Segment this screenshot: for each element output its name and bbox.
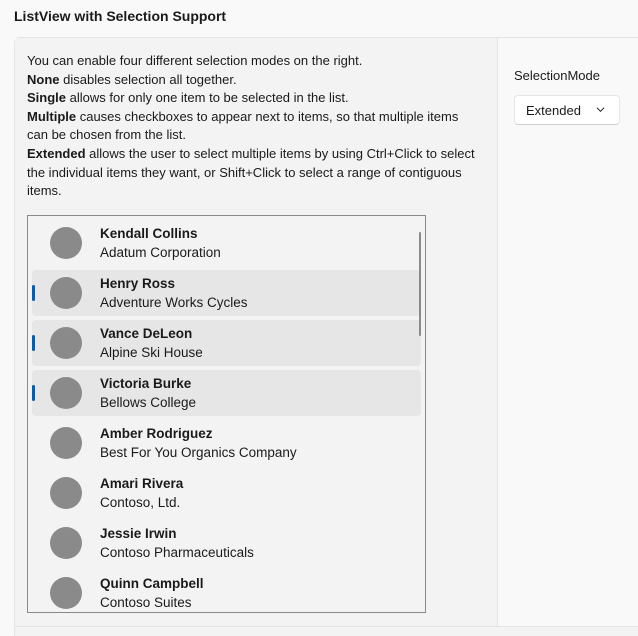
selection-indicator	[32, 285, 35, 301]
selection-mode-label: SelectionMode	[514, 68, 600, 83]
multiple-term: Multiple	[27, 108, 77, 124]
chevron-down-icon	[596, 107, 605, 113]
contact-name: Vance DeLeon	[100, 326, 193, 341]
contact-company: Contoso Suites	[100, 595, 192, 610]
avatar	[50, 527, 82, 559]
vertical-scrollbar[interactable]	[419, 232, 421, 336]
none-term: None	[27, 71, 60, 87]
avatar	[50, 577, 82, 609]
single-term: Single	[27, 90, 67, 106]
description-extended: Extended allows the user to select multi…	[27, 145, 477, 201]
contact-company: Contoso Pharmaceuticals	[100, 545, 254, 560]
contact-company: Adventure Works Cycles	[100, 295, 248, 310]
contact-company: Best For You Organics Company	[100, 445, 297, 460]
contact-name: Henry Ross	[100, 276, 176, 291]
contact-company: Contoso, Ltd.	[100, 495, 181, 510]
card-bottom-edge	[14, 627, 638, 636]
contact-name: Amber Rodriguez	[100, 426, 213, 441]
list-item[interactable]: Victoria Burke Bellows College	[32, 370, 421, 416]
contact-name: Quinn Campbell	[100, 576, 204, 591]
avatar	[50, 277, 82, 309]
avatar	[50, 377, 82, 409]
multiple-text: causes checkboxes to appear next to item…	[27, 108, 459, 143]
list-item[interactable]: Henry Ross Adventure Works Cycles	[32, 270, 421, 316]
single-text: allows for only one item to be selected …	[66, 90, 349, 106]
description-intro: You can enable four different selection …	[27, 53, 363, 68]
contact-name: Victoria Burke	[100, 376, 192, 391]
section-title: ListView with Selection Support	[14, 8, 227, 24]
list-item[interactable]: Kendall Collins Adatum Corporation	[32, 220, 421, 266]
selection-indicator	[32, 335, 35, 351]
list-item[interactable]: Vance DeLeon Alpine Ski House	[32, 320, 421, 366]
options-pane: SelectionMode Extended	[497, 38, 638, 626]
contact-name: Amari Rivera	[100, 476, 184, 491]
list-item[interactable]: Quinn Campbell Contoso Suites	[32, 570, 421, 612]
selection-indicator	[32, 385, 35, 401]
contact-name: Jessie Irwin	[100, 526, 177, 541]
selection-mode-description: You can enable four different selection …	[27, 52, 477, 201]
example-content-pane: You can enable four different selection …	[15, 38, 497, 626]
description-single: Single allows for only one item to be se…	[27, 89, 477, 108]
contacts-list-view[interactable]: Quinn Campbell Contoso Suites Jessie Irwin…	[27, 215, 426, 613]
selection-mode-combobox[interactable]: Extended	[514, 95, 620, 125]
none-text: disables selection all together.	[59, 71, 237, 87]
description-multiple: Multiple causes checkboxes to appear nex…	[27, 108, 477, 145]
description-none: None disables selection all together.	[27, 71, 477, 90]
avatar	[50, 227, 82, 259]
contact-company: Adatum Corporation	[100, 245, 221, 260]
avatar	[50, 477, 82, 509]
sample-card: You can enable four different selection …	[14, 37, 638, 627]
selection-mode-value: Extended	[526, 103, 581, 118]
contact-company: Alpine Ski House	[100, 345, 203, 360]
avatar	[50, 427, 82, 459]
contact-name: Kendall Collins	[100, 226, 198, 241]
avatar	[50, 327, 82, 359]
contact-company: Bellows College	[100, 395, 197, 410]
extended-term: Extended	[27, 145, 86, 161]
list-item[interactable]: Amber Rodriguez Best For You Organics Com…	[32, 420, 421, 466]
extended-text: allows the user to select multiple items…	[27, 145, 475, 199]
list-item[interactable]: Amari Rivera Contoso, Ltd.	[32, 470, 421, 516]
list-item[interactable]: Jessie Irwin Contoso Pharmaceuticals	[32, 520, 421, 566]
